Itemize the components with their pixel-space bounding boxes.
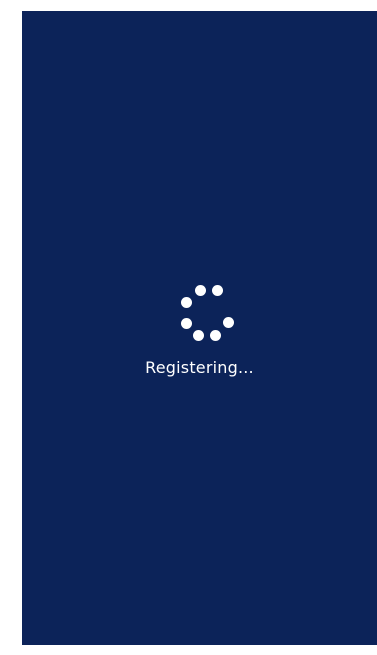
spinner-dot	[210, 330, 221, 341]
spinner-dot	[212, 285, 223, 296]
loading-screen: Registering...	[22, 11, 377, 645]
spinner-dot	[193, 330, 204, 341]
spinner-dot	[195, 285, 206, 296]
spinner-dot	[181, 318, 192, 329]
spinner-dot	[223, 317, 234, 328]
registering-status-text: Registering...	[145, 358, 254, 377]
spinner-dot	[181, 297, 192, 308]
loading-spinner-icon	[179, 283, 239, 343]
